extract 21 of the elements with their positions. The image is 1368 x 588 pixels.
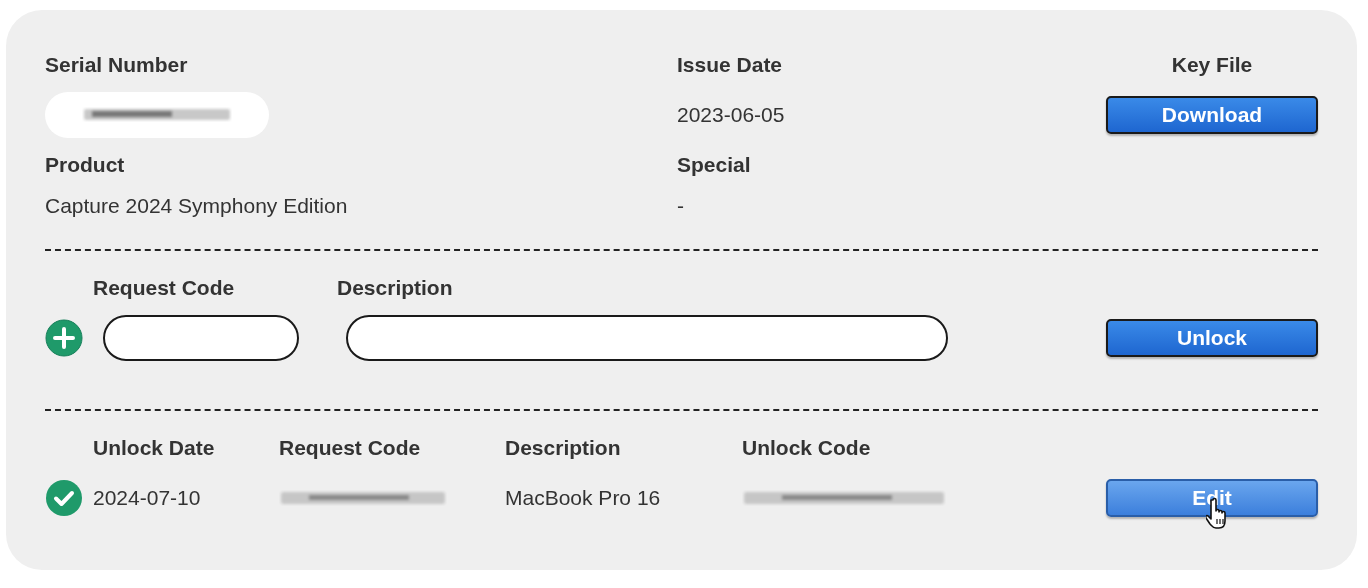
description-cell: MacBook Pro 16: [505, 486, 661, 510]
serial-number-label: Serial Number: [45, 53, 188, 77]
unlock-date-cell: 2024-07-10: [93, 486, 201, 510]
column-header: Description: [505, 436, 621, 460]
product-value: Capture 2024 Symphony Edition: [45, 194, 348, 218]
column-header: Request Code: [279, 436, 421, 460]
description-label: Description: [337, 276, 453, 300]
column-header: Unlock Date: [93, 436, 215, 460]
issue-date-value: 2023-06-05: [677, 103, 785, 127]
key-file-label: Key File: [1171, 53, 1253, 77]
product-label: Product: [45, 153, 125, 177]
unlock-button[interactable]: Unlock: [1106, 319, 1318, 357]
download-button[interactable]: Download: [1106, 96, 1318, 134]
issue-date-label: Issue Date: [677, 53, 783, 77]
column-header: Unlock Code: [742, 436, 871, 460]
request-code-label: Request Code: [93, 276, 235, 300]
add-icon[interactable]: [45, 319, 83, 357]
request-code-field[interactable]: [103, 315, 299, 361]
special-value: -: [677, 194, 684, 218]
special-label: Special: [677, 153, 751, 177]
description-field[interactable]: [346, 315, 948, 361]
